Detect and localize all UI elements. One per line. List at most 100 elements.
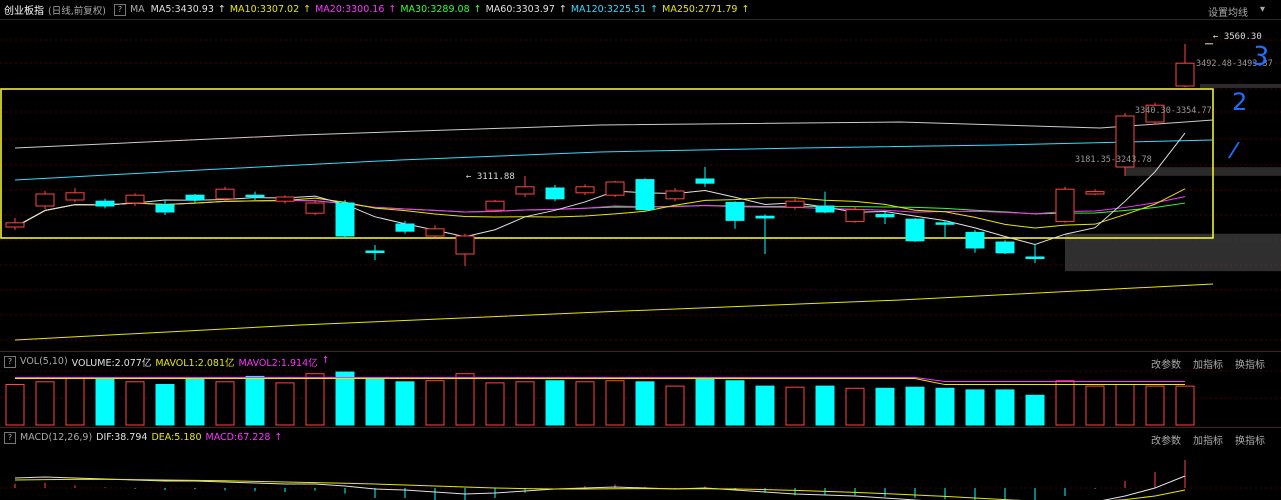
volume-bar xyxy=(725,380,745,426)
volume-bar xyxy=(395,381,415,426)
candle-body xyxy=(455,235,475,255)
highlight-box xyxy=(0,88,1214,239)
candle-body xyxy=(605,181,625,196)
volume-bar xyxy=(305,373,325,426)
vol-switch-indicator-button[interactable]: 换指标 xyxy=(1235,356,1265,371)
volume-bar xyxy=(785,386,805,426)
candle-body xyxy=(1055,188,1075,223)
macd-item-0: DIF:38.794 xyxy=(96,432,148,443)
ma250-line xyxy=(14,283,1214,341)
volume-bar xyxy=(215,381,235,426)
price-low-annotation: ← 3111.88 xyxy=(466,172,515,182)
volume-bar xyxy=(1085,385,1105,426)
candle-body xyxy=(305,202,325,214)
gap-zone-lower xyxy=(1065,233,1281,272)
macd-change-params-button[interactable]: 改参数 xyxy=(1151,432,1181,447)
volume-bar xyxy=(95,378,115,426)
vol-header: ? VOL(5,10) VOLUME:2.077亿 MAVOL1:2.081亿 MA… xyxy=(0,351,1281,371)
vol-label: VOL(5,10) xyxy=(20,356,68,367)
volume-bar xyxy=(275,382,295,426)
gap-lower-label: 3181.35-3243.78 xyxy=(1075,155,1152,165)
volume-bar xyxy=(35,381,55,426)
candle-body xyxy=(395,223,415,232)
macd-item-2: MACD:67.228 xyxy=(205,432,271,443)
candle-body xyxy=(965,231,985,249)
candle-body xyxy=(635,179,655,211)
arrow-up-icon: ↑ xyxy=(321,354,330,366)
candlestick-chart[interactable] xyxy=(0,0,1281,500)
macd-header: ? MACD(12,26,9) DIF:38.794 DEA:5.180 MACD:… xyxy=(0,427,1281,447)
volume-bar xyxy=(1175,385,1195,426)
candle-body xyxy=(1025,256,1045,259)
volume-bar xyxy=(335,371,355,426)
volume-bar xyxy=(815,385,835,426)
volume-bar xyxy=(485,382,505,426)
candle-body xyxy=(545,187,565,200)
volume-bar xyxy=(245,375,265,426)
vol-item-0: VOLUME:2.077亿 xyxy=(71,357,152,369)
candle-body xyxy=(1175,62,1195,87)
macd-add-indicator-button[interactable]: 加指标 xyxy=(1193,432,1223,447)
volume-bar xyxy=(185,378,205,426)
low-value: 3111.88 xyxy=(476,172,515,182)
volume-bar xyxy=(605,380,625,426)
volume-bar xyxy=(65,376,85,426)
hand-mark-2: 2 xyxy=(1232,88,1248,116)
candle-body xyxy=(905,218,925,242)
macd-tools: 改参数 加指标 换指标 xyxy=(1151,432,1269,447)
candle-body xyxy=(695,178,715,184)
macd-help-icon[interactable]: ? xyxy=(4,431,16,444)
volume-bar xyxy=(1145,385,1165,426)
vol-add-indicator-button[interactable]: 加指标 xyxy=(1193,356,1223,371)
volume-bar xyxy=(935,387,955,426)
candle-body xyxy=(35,193,55,207)
candle-body xyxy=(1085,191,1105,195)
candle-body xyxy=(335,202,355,237)
candle-body xyxy=(875,213,895,218)
volume-bar xyxy=(665,385,685,426)
candle-body xyxy=(5,222,25,228)
candle-body xyxy=(485,200,505,211)
volume-bar xyxy=(755,385,775,426)
volume-bar xyxy=(875,387,895,426)
candle-body xyxy=(515,186,535,195)
volume-bar xyxy=(905,386,925,426)
volume-bar xyxy=(545,380,565,426)
volume-bar xyxy=(1115,384,1135,426)
candle-body xyxy=(275,196,295,202)
candle-body xyxy=(575,186,595,194)
candle-body xyxy=(65,192,85,201)
candle-body xyxy=(425,228,445,237)
vol-change-params-button[interactable]: 改参数 xyxy=(1151,356,1181,371)
volume-bar xyxy=(575,381,595,426)
candle-body xyxy=(845,209,865,223)
ma120-line xyxy=(14,139,1214,181)
candle-body xyxy=(215,188,235,200)
vol-help-icon[interactable]: ? xyxy=(4,355,16,368)
candle-body xyxy=(665,190,685,200)
macd-item-1: DEA:5.180 xyxy=(151,432,202,443)
vol-item-1: MAVOL1:2.081亿 xyxy=(155,357,235,369)
volume-bar xyxy=(5,384,25,426)
gap-mid-label: 3340.30-3354.77 xyxy=(1135,106,1212,116)
candle-body xyxy=(755,215,775,219)
volume-bar xyxy=(125,381,145,426)
dea-line xyxy=(14,478,1186,500)
volume-bar xyxy=(515,381,535,426)
volume-bar xyxy=(455,373,475,426)
candle-body xyxy=(815,205,835,213)
gap-zone-mid xyxy=(1125,167,1281,176)
candle-body xyxy=(185,194,205,201)
vol-legend: VOLUME:2.077亿 MAVOL1:2.081亿 MAVOL2:1.914亿 ↑ xyxy=(72,355,334,369)
volume-bar xyxy=(1055,380,1075,426)
volume-bar xyxy=(1025,394,1045,426)
volume-bar xyxy=(155,384,175,426)
macd-switch-indicator-button[interactable]: 换指标 xyxy=(1235,432,1265,447)
candle-body xyxy=(935,222,955,225)
volume-bar xyxy=(845,387,865,426)
candle-body xyxy=(785,200,805,208)
candle-body xyxy=(125,194,145,204)
arrow-up-icon: ↑ xyxy=(274,432,283,443)
volume-bar xyxy=(695,376,715,426)
volume-bar xyxy=(365,378,385,426)
